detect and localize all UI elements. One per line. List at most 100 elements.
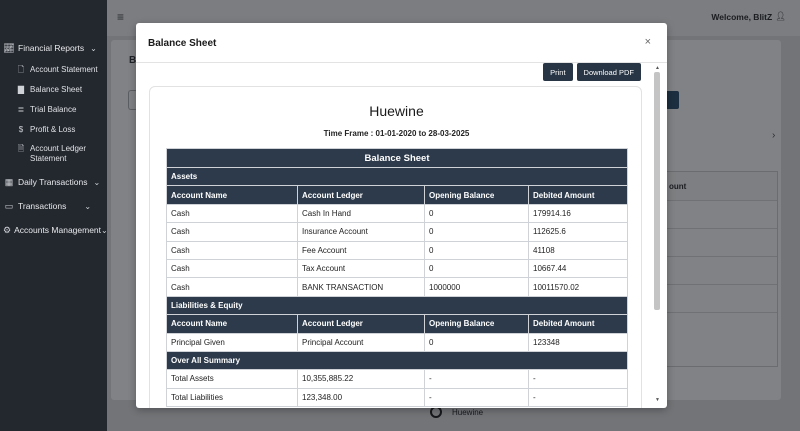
book-icon: 🗎 (17, 144, 25, 153)
sidebar-group-accounts-management: ⚙ Accounts Management ⌄ (0, 221, 108, 239)
table-header-row: Account Name Account Ledger Opening Balanc… (166, 314, 629, 334)
modal-actions: Print Download PDF (543, 63, 641, 81)
chevron-down-icon: ⌄ (93, 177, 101, 187)
table-row: Total Liabilities 123,348.00- - (166, 387, 629, 408)
table-cell: 41108 (527, 240, 629, 260)
column-header: Debited Amount (527, 185, 629, 205)
table-cell: 0 (424, 222, 529, 242)
table-cell: 123,348.00 (297, 387, 425, 408)
scrollbar-thumb[interactable] (654, 72, 660, 310)
table-cell: 0 (424, 258, 529, 279)
sidebar-group-financial-reports: 📈︎ Financial Reports ⌄ (0, 39, 107, 57)
table-cell: Cash (166, 277, 298, 297)
table-row: Cash BANK TRANSACTION 1000000 10011570.02 (166, 277, 629, 297)
table-cell: Cash In Hand (297, 203, 425, 224)
chevron-down-icon: ⌄ (84, 201, 92, 211)
table-cell: 0 (424, 240, 529, 260)
table-cell: Principal Account (297, 332, 425, 352)
scroll-down-icon[interactable]: ▼ (655, 397, 660, 403)
report-card: Huewine Time Frame : 01-01-2020 to 28-03… (149, 86, 642, 408)
file-icon: 🗋 (17, 65, 25, 74)
table-header-row: Account Name Account Ledger Opening Balanc… (166, 185, 629, 205)
table-row (657, 312, 777, 340)
balance-sheet-modal: Balance Sheet × Print Download PDF ▲ ▼ H… (136, 23, 667, 408)
table-row: Cash Fee Account 0 41108 (166, 240, 629, 260)
table-row: Total Assets 10,355,885.22- - (166, 369, 629, 389)
sidebar-item-balance-sheet[interactable]: ▇ Balance Sheet (0, 85, 82, 95)
sidebar-item-label: Transactions (18, 201, 67, 211)
table-cell: 112625.6 (527, 222, 629, 242)
column-header: Opening Balance (424, 314, 529, 334)
close-icon[interactable]: × (645, 36, 651, 48)
column-header: Opening Balance (424, 185, 529, 205)
section-row-assets: Assets (165, 166, 629, 187)
table-cell: 0 (424, 203, 529, 224)
column-header: Debited Amount (527, 314, 629, 334)
table-row: Cash Insurance Account 0 112625.6 (166, 222, 629, 242)
table-cell: - (527, 387, 629, 408)
table-cell: Cash (166, 240, 298, 260)
bar-chart-icon: ▇ (17, 85, 25, 94)
table-cell: Fee Account (297, 240, 425, 260)
sidebar-item-daily-transactions[interactable]: ▦ Daily Transactions ⌄ (0, 173, 107, 191)
sidebar-item-profit-loss[interactable]: $ Profit & Loss (0, 125, 76, 135)
column-header: Account Name (166, 314, 298, 334)
table-cell: BANK TRANSACTION (297, 277, 425, 297)
section-title: Liabilities & Equity (165, 295, 629, 316)
download-pdf-button[interactable]: Download PDF (576, 63, 641, 81)
sidebar-item-accounts-management[interactable]: ⚙ Accounts Management ⌄ (0, 221, 108, 239)
chevron-down-icon: ⌄ (90, 43, 97, 53)
table-cell: Insurance Account (297, 222, 425, 242)
sidebar-item-label: Trial Balance (30, 105, 77, 114)
welcome-text: Welcome, BlitZ (711, 11, 773, 22)
section-title: Over All Summary (165, 350, 629, 371)
column-header: Account Ledger (297, 314, 425, 334)
column-header: Account Ledger (297, 185, 425, 205)
table-cell: 10,355,885.22 (297, 369, 425, 389)
table-cell: Cash (166, 222, 298, 242)
modal-title: Balance Sheet (148, 38, 217, 49)
sidebar-item-financial-reports[interactable]: 📈︎ Financial Reports ⌄ (0, 39, 107, 57)
sidebar-group-daily-transactions: ▦ Daily Transactions ⌄ (0, 173, 107, 191)
print-button[interactable]: Print (543, 63, 573, 81)
table-cell: Cash (166, 258, 298, 279)
table-cell: Principal Given (166, 332, 298, 352)
company-name: Huewine (369, 103, 424, 119)
table-cell: 123348 (527, 332, 629, 352)
table-cell: Total Assets (166, 369, 298, 389)
table-row (657, 284, 777, 312)
column-header: Account Name (166, 185, 298, 205)
sidebar-item-label: Account Statement (30, 65, 98, 74)
scroll-up-icon[interactable]: ▲ (655, 65, 660, 71)
sidebar-item-transactions[interactable]: ▭ Transactions ⌄ (0, 197, 107, 215)
table-title-row: Balance Sheet (165, 148, 629, 168)
modal-header: Balance Sheet × (136, 23, 667, 63)
sidebar-item-account-ledger-statement[interactable]: 🗎 Account Ledger Statement (0, 144, 86, 164)
background-table-header: ount (657, 172, 777, 200)
table-cell: - (527, 369, 629, 389)
sidebar: 📈︎ Financial Reports ⌄ 🗋 Account Stateme… (0, 0, 108, 431)
sidebar-item-label: Balance Sheet (30, 85, 83, 94)
menu-icon[interactable]: ≡ (117, 10, 124, 24)
table-row (657, 228, 777, 256)
sidebar-item-account-statement[interactable]: 🗋 Account Statement (0, 65, 98, 75)
table-cell: - (424, 387, 529, 408)
user-menu[interactable]: Welcome, BlitZ 👤︎ (711, 11, 786, 22)
folder-icon: ▭ (4, 200, 14, 211)
calendar-icon: ▦ (4, 176, 14, 187)
table-cell: Cash (166, 203, 298, 224)
section-row-summary: Over All Summary (165, 350, 629, 371)
gear-icon: ⚙ (3, 224, 12, 235)
table-cell: Tax Account (297, 258, 425, 279)
sidebar-item-label-line1: Account Ledger (30, 144, 87, 153)
sidebar-item-label: Accounts Management (14, 225, 102, 235)
table-cell: 0 (424, 332, 529, 352)
dollar-icon: $ (18, 125, 24, 134)
sidebar-item-trial-balance[interactable]: ≣ Trial Balance (0, 105, 77, 115)
table-cell: 10667.44 (527, 258, 629, 279)
table-cell: 1000000 (424, 277, 529, 297)
background-button (665, 91, 679, 109)
time-frame: Time Frame : 01-01-2020 to 28-03-2025 (323, 129, 470, 138)
sidebar-item-label: Financial Reports (18, 43, 85, 53)
sidebar-item-label-line2: Statement (30, 154, 67, 163)
